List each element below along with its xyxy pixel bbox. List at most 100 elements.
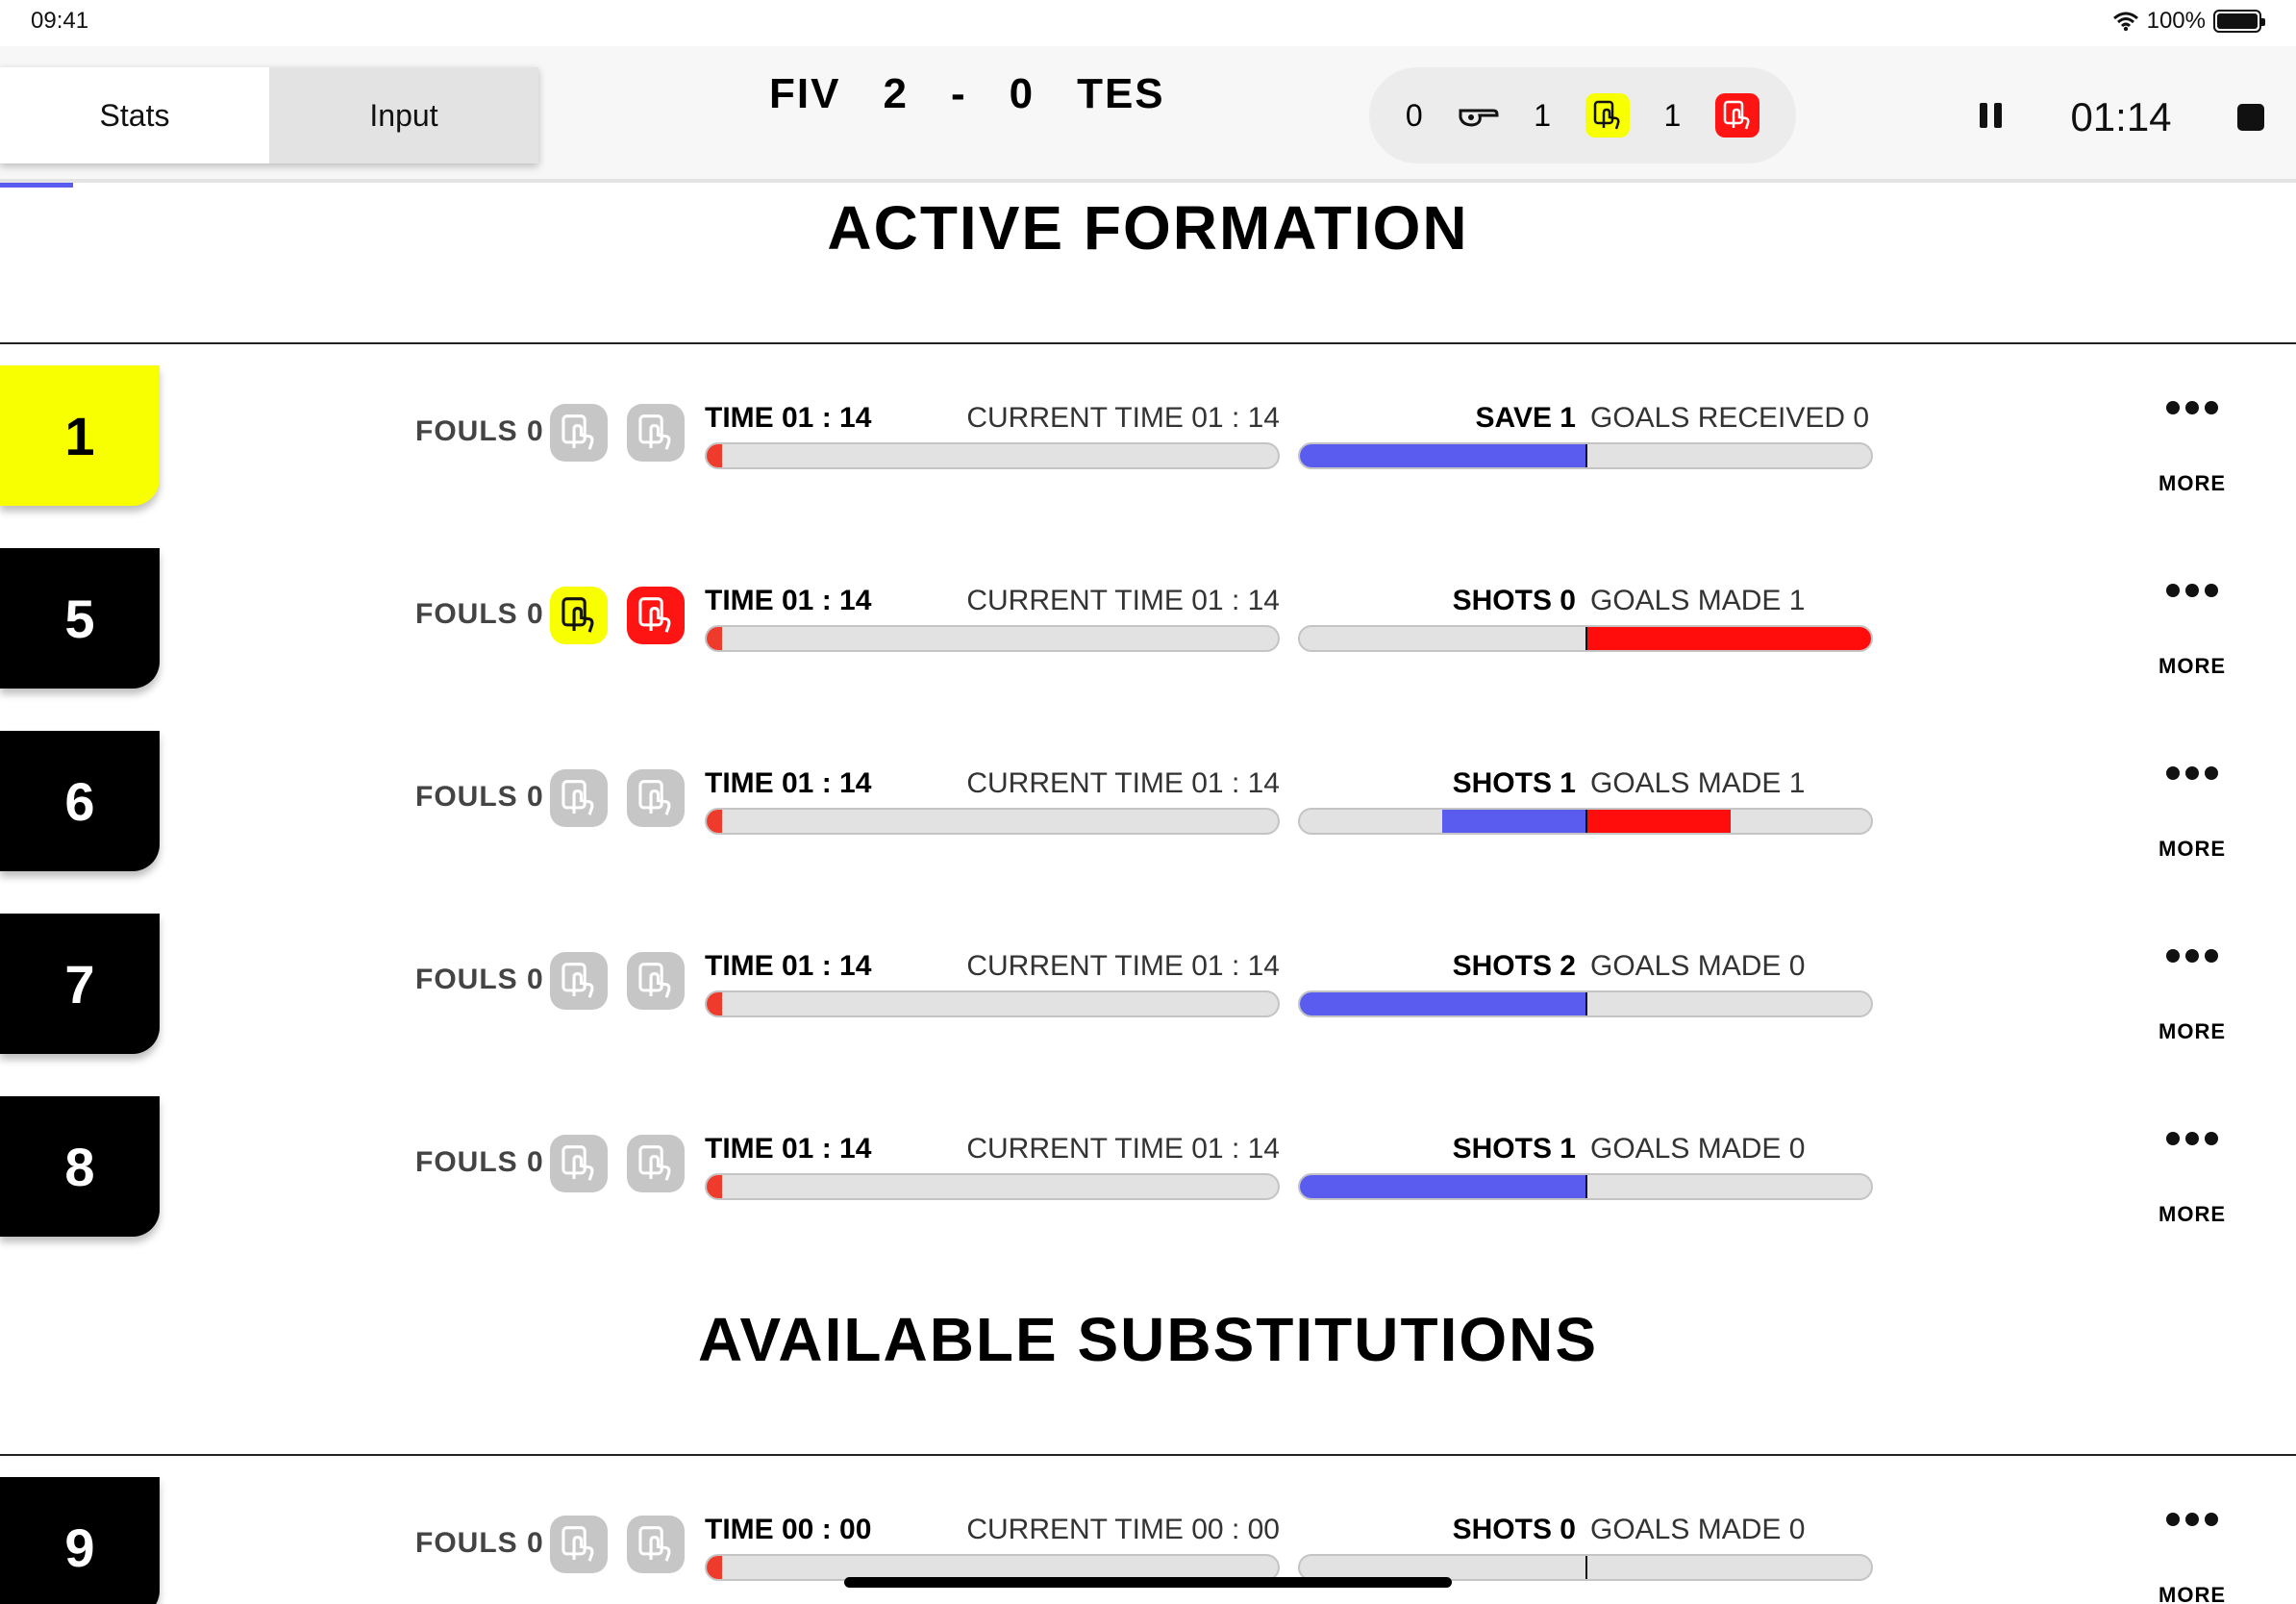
more-button[interactable]: MORE — [2154, 1510, 2231, 1604]
tab-bar: Stats Input — [0, 67, 538, 163]
home-score: 2 — [883, 70, 909, 117]
foul-summary: 0 1 1 — [1369, 67, 1796, 163]
player-stat-secondary: GOALS RECEIVED 0 — [1590, 402, 1870, 434]
more-button[interactable]: MORE — [2154, 946, 2231, 1044]
player-stat-bar — [1298, 1173, 1873, 1200]
more-label: MORE — [2159, 471, 2226, 495]
player-cards — [550, 1135, 685, 1192]
more-dots-icon — [2154, 398, 2231, 417]
red-card-button-icon[interactable] — [627, 1516, 685, 1573]
player-row: 1 FOULS 0 TIME 01 : 14 CURRENT TIME 01 :… — [0, 365, 2296, 510]
score-separator: - — [950, 70, 967, 117]
more-dots-icon — [2154, 764, 2231, 783]
away-team: TES — [1077, 70, 1165, 117]
player-stat-main: SAVE 1 — [1475, 402, 1577, 434]
status-bar: 09:41 100% — [0, 0, 2296, 46]
player-time: TIME 00 : 00 — [705, 1514, 872, 1545]
red-count: 1 — [1663, 97, 1682, 133]
player-current-time: CURRENT TIME 01 : 14 — [966, 950, 1280, 982]
yellow-card-button-icon[interactable] — [550, 1135, 608, 1192]
player-stat-main: SHOTS 0 — [1452, 585, 1576, 616]
player-time-block: TIME 00 : 00 CURRENT TIME 00 : 00 — [705, 1514, 1280, 1581]
player-time: TIME 01 : 14 — [705, 767, 872, 799]
player-current-time: CURRENT TIME 01 : 14 — [966, 402, 1280, 434]
status-right: 100% — [2112, 8, 2265, 35]
yellow-card-button-icon[interactable] — [550, 952, 608, 1010]
more-label: MORE — [2159, 1019, 2226, 1043]
player-row: 6 FOULS 0 TIME 01 : 14 CURRENT TIME 01 :… — [0, 731, 2296, 875]
red-card-button-icon[interactable] — [627, 404, 685, 462]
player-cards — [550, 587, 685, 644]
yellow-card-button-icon[interactable] — [550, 587, 608, 644]
player-stat-secondary: GOALS MADE 1 — [1590, 767, 1806, 799]
player-stat-block: SHOTS 1 GOALS MADE 0 — [1298, 1133, 1873, 1200]
section-divider — [0, 342, 2296, 344]
player-stat-bar — [1298, 625, 1873, 652]
player-stat-secondary: GOALS MADE 0 — [1590, 1514, 1806, 1545]
pause-icon[interactable] — [1976, 103, 2005, 132]
more-dots-icon — [2154, 946, 2231, 965]
player-number-badge[interactable]: 7 — [0, 914, 160, 1054]
player-current-time: CURRENT TIME 01 : 14 — [966, 585, 1280, 616]
battery-percent: 100% — [2146, 8, 2206, 34]
player-fouls: FOULS 0 — [415, 1146, 544, 1178]
player-stat-block: SHOTS 0 GOALS MADE 1 — [1298, 585, 1873, 652]
yellow-card-button-icon[interactable] — [550, 1516, 608, 1573]
tab-input[interactable]: Input — [269, 67, 538, 163]
player-number-badge[interactable]: 6 — [0, 731, 160, 871]
player-time-bar — [705, 442, 1280, 469]
player-row: 8 FOULS 0 TIME 01 : 14 CURRENT TIME 01 :… — [0, 1096, 2296, 1241]
player-stat-bar — [1298, 990, 1873, 1017]
clock-time: 01:14 — [2070, 94, 2172, 139]
player-number-badge[interactable]: 9 — [0, 1477, 160, 1604]
player-time-block: TIME 01 : 14 CURRENT TIME 01 : 14 — [705, 585, 1280, 652]
player-fouls: FOULS 0 — [415, 1527, 544, 1559]
red-card-button-icon[interactable] — [627, 1135, 685, 1192]
player-cards — [550, 404, 685, 462]
player-stat-main: SHOTS 1 — [1452, 767, 1576, 799]
home-indicator[interactable] — [844, 1577, 1452, 1588]
more-label: MORE — [2159, 1202, 2226, 1226]
player-number-badge[interactable]: 8 — [0, 1096, 160, 1237]
more-button[interactable]: MORE — [2154, 398, 2231, 496]
more-button[interactable]: MORE — [2154, 581, 2231, 679]
scoreboard: FIV 2 - 0 TES — [769, 46, 1165, 142]
player-number-badge[interactable]: 1 — [0, 365, 160, 506]
section-title-active-formation: ACTIVE FORMATION — [827, 193, 1469, 263]
player-stat-main: SHOTS 0 — [1452, 1514, 1576, 1545]
red-card-button-icon[interactable] — [627, 587, 685, 644]
more-dots-icon — [2154, 581, 2231, 600]
home-team: FIV — [769, 70, 841, 117]
red-card-button-icon[interactable] — [627, 769, 685, 827]
more-button[interactable]: MORE — [2154, 1129, 2231, 1227]
player-row: 5 FOULS 0 TIME 01 : 14 CURRENT TIME 01 :… — [0, 548, 2296, 692]
away-score: 0 — [1009, 70, 1036, 117]
tab-stats[interactable]: Stats — [0, 67, 269, 163]
player-time-block: TIME 01 : 14 CURRENT TIME 01 : 14 — [705, 402, 1280, 469]
player-stat-main: SHOTS 1 — [1452, 1133, 1576, 1165]
player-cards — [550, 1516, 685, 1573]
player-time-block: TIME 01 : 14 CURRENT TIME 01 : 14 — [705, 767, 1280, 835]
player-stat-main: SHOTS 2 — [1452, 950, 1576, 982]
player-time-bar — [705, 1173, 1280, 1200]
player-stat-bar — [1298, 442, 1873, 469]
player-fouls: FOULS 0 — [415, 781, 544, 813]
player-cards — [550, 769, 685, 827]
whistle-icon — [1459, 109, 1499, 127]
yellow-card-button-icon[interactable] — [550, 404, 608, 462]
yellow-card-button-icon[interactable] — [550, 769, 608, 827]
player-number-badge[interactable]: 5 — [0, 548, 160, 689]
yellow-count: 1 — [1534, 97, 1551, 133]
red-card-button-icon[interactable] — [627, 952, 685, 1010]
player-stat-secondary: GOALS MADE 1 — [1590, 585, 1806, 616]
player-fouls: FOULS 0 — [415, 964, 544, 995]
stop-icon[interactable] — [2236, 104, 2264, 131]
player-stat-block: SHOTS 2 GOALS MADE 0 — [1298, 950, 1873, 1017]
player-current-time: CURRENT TIME 01 : 14 — [966, 767, 1280, 799]
section-divider — [0, 1454, 2296, 1456]
more-button[interactable]: MORE — [2154, 764, 2231, 862]
player-time: TIME 01 : 14 — [705, 402, 872, 434]
player-row: 7 FOULS 0 TIME 01 : 14 CURRENT TIME 01 :… — [0, 914, 2296, 1058]
player-stat-block: SAVE 1 GOALS RECEIVED 0 — [1298, 402, 1873, 469]
player-time: TIME 01 : 14 — [705, 585, 872, 616]
